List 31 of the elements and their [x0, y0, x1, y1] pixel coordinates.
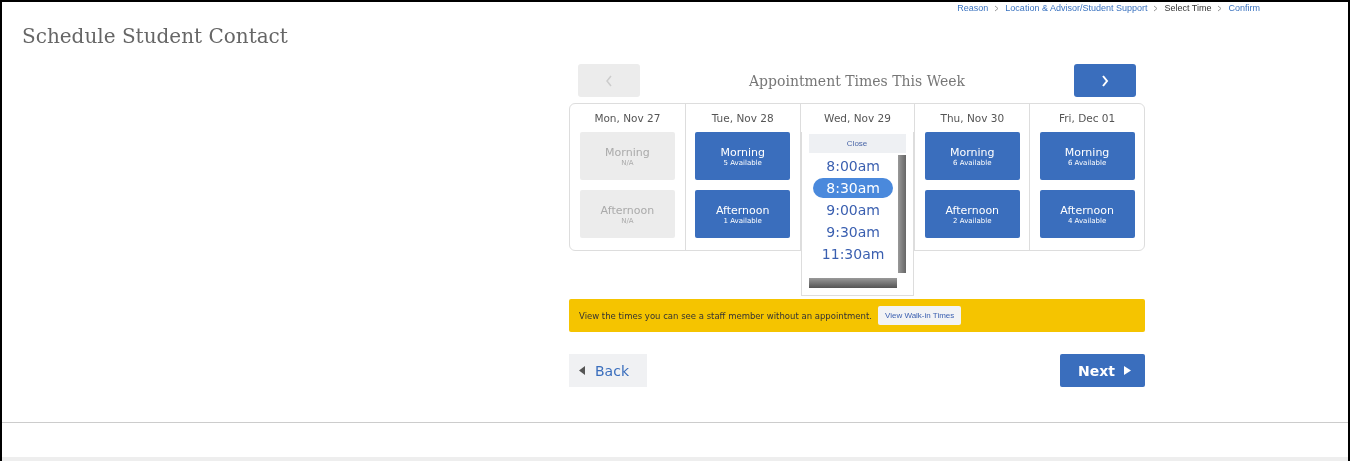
time-option[interactable]: 8:00am [813, 156, 893, 176]
chevron-right-icon [1101, 74, 1109, 87]
walk-in-button[interactable]: View Walk-in Times [877, 306, 962, 325]
breadcrumb-link[interactable]: Select Time [1164, 2, 1212, 14]
scrollbar[interactable] [897, 155, 906, 273]
next-button[interactable]: Next [1060, 354, 1145, 387]
breadcrumb-link[interactable]: Confirm [1228, 2, 1260, 14]
week-title: Appointment Times This Week [749, 72, 965, 89]
breadcrumb-separator-icon [1217, 4, 1223, 12]
chevron-left-icon [605, 74, 613, 87]
breadcrumb-link[interactable]: Location & Advisor/Student Support [1005, 2, 1148, 14]
day-heading: Mon, Nov 27 [594, 112, 661, 124]
day-heading: Wed, Nov 29 [824, 112, 891, 124]
walk-in-text: View the times you can see a staff member without an appointment. [579, 310, 872, 321]
time-option[interactable]: 9:00am [813, 200, 893, 220]
horizontal-scrollbar[interactable] [809, 278, 898, 288]
time-option[interactable]: 9:30am [813, 222, 893, 242]
next-week-button[interactable] [1074, 64, 1136, 97]
breadcrumb-link[interactable]: Reason [957, 2, 989, 14]
time-option[interactable]: 11:30am [808, 244, 898, 264]
page-title: Schedule Student Contact [22, 24, 288, 48]
breadcrumb-separator-icon [1153, 4, 1159, 12]
back-button[interactable]: Back [569, 354, 647, 387]
time-option[interactable]: 8:30am [813, 178, 893, 198]
close-button[interactable]: Close [808, 134, 906, 153]
breadcrumb-separator-icon [994, 4, 1000, 12]
day-heading: Thu, Nov 30 [940, 112, 1005, 124]
day-heading: Fri, Dec 01 [1059, 112, 1116, 124]
day-heading: Tue, Nov 28 [711, 112, 774, 124]
triangle-right-icon [1124, 366, 1131, 375]
triangle-left-icon [579, 366, 586, 375]
